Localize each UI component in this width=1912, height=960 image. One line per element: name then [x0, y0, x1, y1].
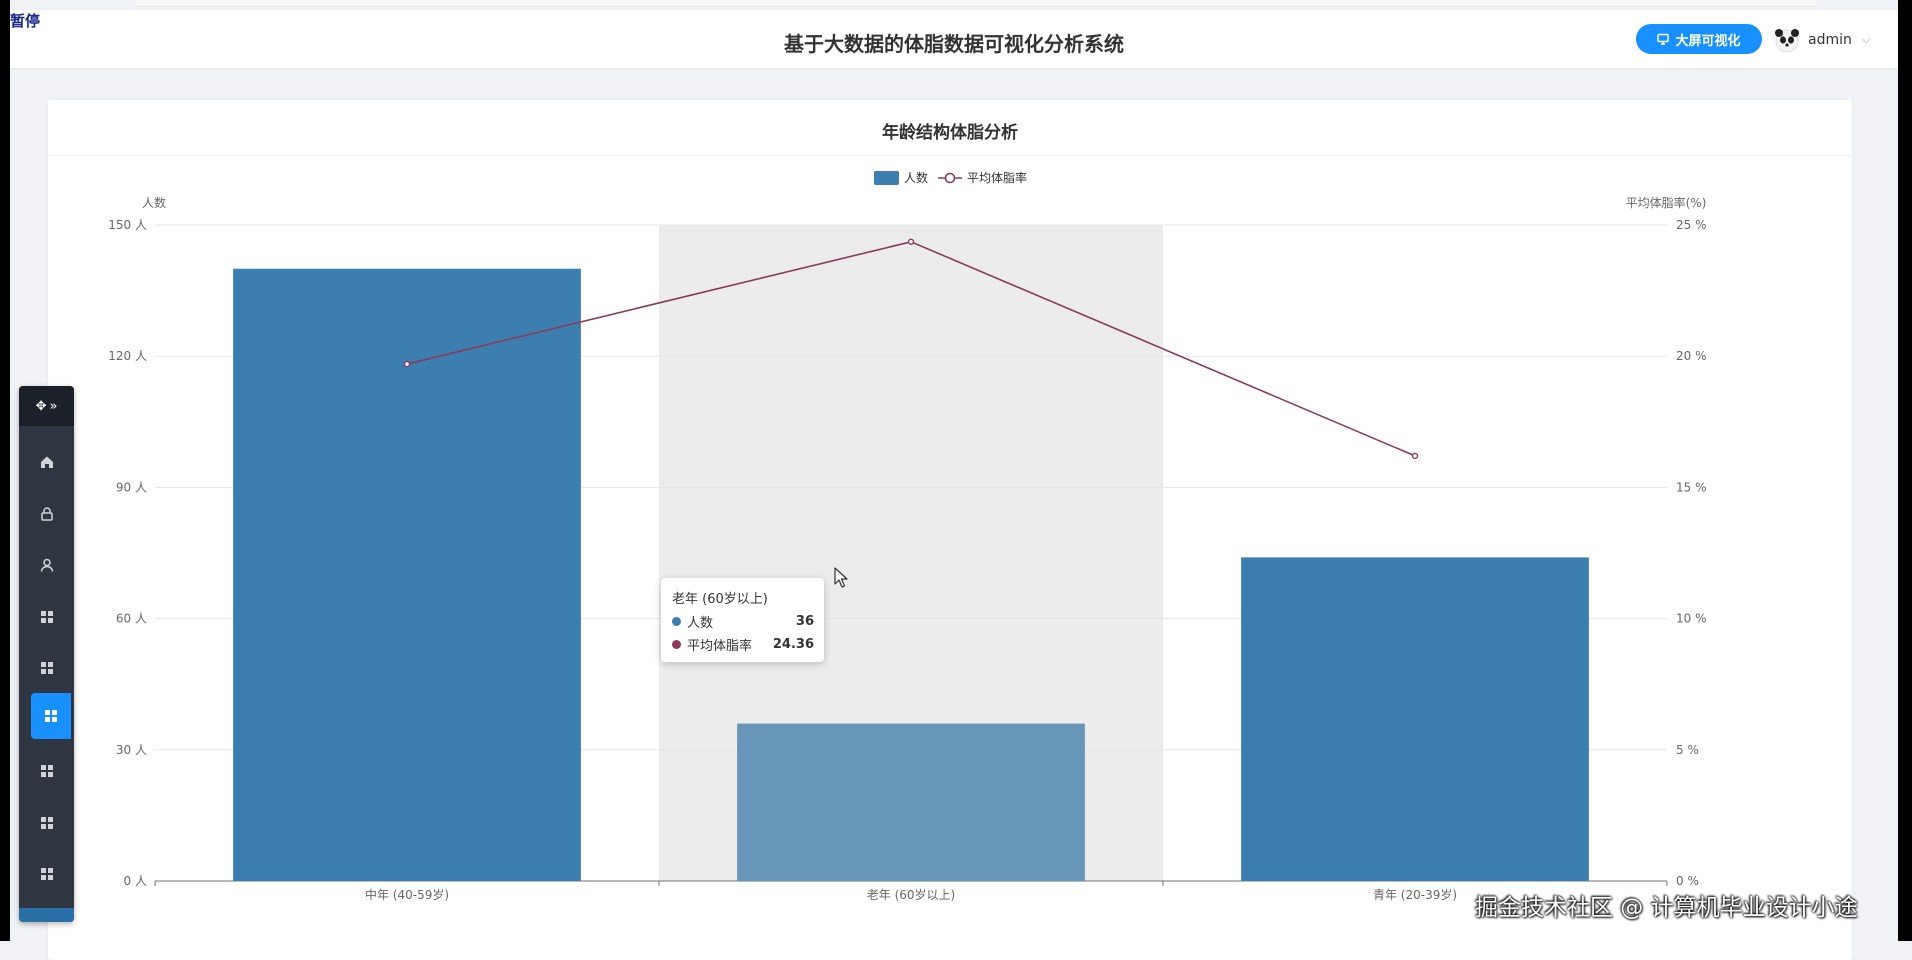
grid-icon: [40, 765, 53, 777]
y-left-tick-label: 60 人: [116, 612, 147, 626]
x-tick-label: 中年 (40-59岁): [365, 887, 449, 902]
toolbar-nav-item[interactable]: [19, 648, 74, 688]
chart-tooltip: 老年 (60岁以上) 人数 36 平均体脂率 24.36: [661, 578, 824, 662]
series-dot: [672, 640, 681, 649]
toolbar-nav-item[interactable]: [19, 597, 74, 637]
toolbar-footer: [19, 908, 74, 922]
line-point: [907, 238, 915, 245]
toolbar-nav-item[interactable]: [31, 692, 71, 739]
y-right-tick-label: 5 %: [1676, 743, 1699, 757]
expand-icon[interactable]: »: [49, 399, 57, 414]
toolbar-nav-item[interactable]: [19, 442, 74, 482]
bar: [233, 268, 581, 881]
grid-icon: [40, 868, 53, 880]
y-left-tick-label: 0 人: [124, 874, 147, 888]
toolbar-nav-item[interactable]: [19, 494, 74, 534]
y-left-tick-label: 90 人: [116, 480, 147, 494]
y-right-tick-label: 10 %: [1676, 612, 1707, 626]
grid-icon: [40, 610, 53, 623]
home-icon: [40, 456, 53, 468]
grid-icon: [40, 662, 53, 674]
floating-toolbar: ✥ »: [19, 386, 74, 922]
user-icon: [40, 558, 53, 572]
y-right-tick-label: 20 %: [1676, 349, 1707, 363]
grid-icon: [40, 816, 53, 829]
toolbar-nav-item[interactable]: [19, 545, 74, 585]
y-left-tick-label: 120 人: [108, 349, 147, 363]
y-left-tick-label: 150 人: [108, 218, 147, 232]
line-point: [1411, 452, 1419, 460]
mouse-cursor-icon: [834, 567, 848, 588]
bar: [1241, 557, 1589, 881]
toolbar-nav-item[interactable]: [19, 751, 74, 791]
legend-bar-swatch: [874, 171, 899, 185]
tooltip-value: 36: [795, 614, 814, 629]
x-tick-label: 老年 (60岁以上): [867, 887, 955, 902]
legend-label: 平均体脂率: [967, 170, 1027, 185]
tooltip-value: 24.36: [772, 637, 814, 652]
tooltip-row: 人数 36: [672, 612, 814, 631]
y-left-tick-label: 30 人: [116, 743, 147, 757]
toolbar-handle[interactable]: ✥ »: [19, 386, 74, 426]
watermark: 掘金技术社区 @ 计算机毕业设计小途: [1475, 895, 1858, 921]
legend-label: 人数: [904, 170, 928, 185]
y-right-tick-label: 25 %: [1676, 218, 1707, 232]
tooltip-label: 平均体脂率: [687, 639, 753, 654]
series-dot: [672, 617, 681, 626]
bar: [737, 723, 1085, 881]
age-bodyfat-chart: 0 人 30 人 60 人 90 人 120 人 150 人 0 % 5 % 10 % 15 % 2…: [108, 170, 1707, 902]
y-left-axis-label: 人数: [142, 195, 166, 210]
tooltip-row: 平均体脂率 24.36: [672, 635, 814, 654]
move-icon[interactable]: ✥: [36, 399, 47, 414]
legend-line-marker: [944, 172, 956, 184]
y-right-tick-label: 0 %: [1676, 874, 1699, 888]
toolbar-nav-item[interactable]: [19, 854, 74, 894]
grid-icon: [45, 709, 57, 722]
x-tick-label: 青年 (20-39岁): [1373, 887, 1457, 902]
lock-icon: [40, 506, 53, 521]
y-right-tick-label: 15 %: [1676, 480, 1707, 494]
toolbar-nav-item[interactable]: [19, 803, 74, 843]
tooltip-title: 老年 (60岁以上): [672, 592, 768, 607]
y-right-axis-label: 平均体脂率(%): [1626, 195, 1707, 210]
line-point: [403, 360, 411, 368]
tooltip-label: 人数: [687, 616, 714, 631]
